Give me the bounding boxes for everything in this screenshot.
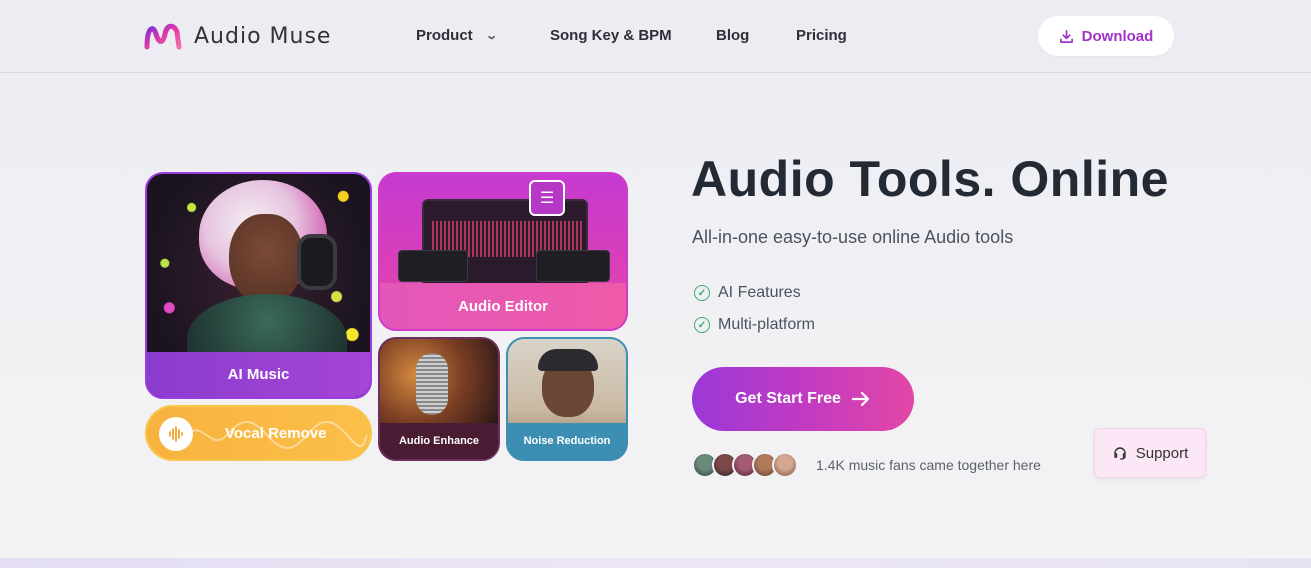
ai-music-label: AI Music: [147, 352, 370, 397]
microphone-icon: [416, 353, 448, 415]
tool-card-audio-enhance[interactable]: Audio Enhance: [378, 337, 500, 461]
audio-muse-logo-icon: [144, 23, 182, 50]
feature-item: ✓ AI Features: [694, 284, 801, 302]
nav-song-key-bpm[interactable]: Song Key & BPM: [550, 27, 672, 44]
nav-pricing[interactable]: Pricing: [796, 27, 847, 44]
nav-song-key-bpm-label: Song Key & BPM: [550, 27, 672, 44]
tool-card-audio-editor[interactable]: ☰ Audio Editor: [378, 172, 628, 331]
check-circle-icon: ✓: [694, 285, 710, 301]
section-divider: [0, 558, 1311, 568]
download-button-label: Download: [1081, 27, 1154, 45]
editor-panel-left: [398, 250, 468, 282]
download-button[interactable]: Download: [1038, 16, 1174, 56]
ai-music-image-face: [229, 214, 303, 306]
brand-name: Audio Muse: [194, 23, 332, 49]
tool-card-vocal-remove[interactable]: Vocal Remove: [145, 405, 372, 461]
editor-panel-right: [536, 250, 610, 282]
feature-label: AI Features: [718, 284, 801, 301]
site-header: Audio Muse Product ⌄ Song Key & BPM Blog…: [0, 0, 1311, 73]
get-start-free-button[interactable]: Get Start Free: [692, 367, 914, 431]
feature-label: Multi-platform: [718, 316, 815, 333]
noise-reduction-image-hat: [538, 349, 598, 371]
tool-card-ai-music[interactable]: AI Music: [145, 172, 372, 399]
fans-count-text: 1.4K music fans came together here: [816, 457, 1041, 473]
support-label: Support: [1135, 444, 1189, 462]
audio-enhance-label: Audio Enhance: [380, 423, 498, 459]
check-circle-icon: ✓: [694, 317, 710, 333]
hero-title: Audio Tools. Online: [691, 151, 1169, 207]
nav-blog-label: Blog: [716, 27, 750, 44]
noise-reduction-label: Noise Reduction: [508, 423, 626, 459]
brand-logo[interactable]: Audio Muse: [144, 22, 331, 50]
feature-item: ✓ Multi-platform: [694, 316, 815, 334]
nav-blog[interactable]: Blog: [716, 27, 749, 44]
headphones-icon: [297, 234, 337, 290]
tool-card-noise-reduction[interactable]: Noise Reduction: [506, 337, 628, 461]
support-button[interactable]: Support: [1094, 428, 1206, 478]
headset-icon: [1114, 447, 1126, 460]
avatar: [772, 452, 798, 478]
equalizer-icon: ☰: [529, 180, 565, 216]
vocal-remove-label: Vocal Remove: [225, 425, 327, 442]
chevron-down-icon: ⌄: [484, 30, 498, 42]
cta-label: Get Start Free: [735, 390, 841, 407]
nav-product-label: Product: [416, 27, 473, 44]
nav-pricing-label: Pricing: [796, 27, 847, 44]
nav-product[interactable]: Product ⌄: [416, 27, 498, 44]
fan-avatars: [692, 452, 798, 478]
arrow-right-icon: [851, 391, 870, 407]
hero-subtitle: All-in-one easy-to-use online Audio tool…: [692, 227, 1014, 247]
audio-editor-label: Audio Editor: [380, 283, 626, 329]
voice-wave-icon: [159, 417, 193, 451]
download-icon: [1059, 29, 1073, 43]
